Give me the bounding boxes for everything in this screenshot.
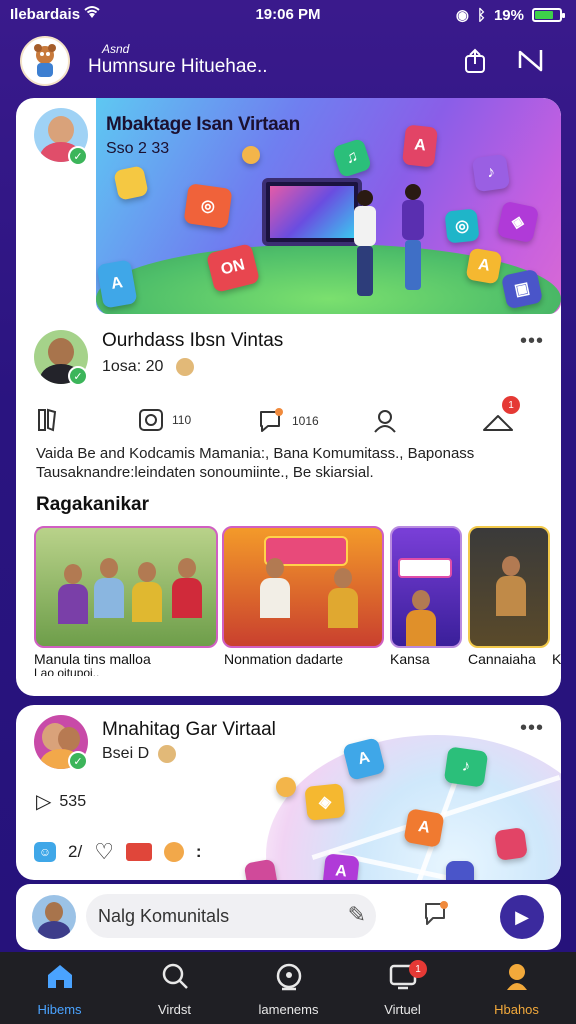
gift-icon[interactable] xyxy=(125,843,152,861)
send-button[interactable]: ▶ xyxy=(500,895,544,939)
tab-live[interactable]: 1 Virtuel xyxy=(345,952,460,1024)
play-icon: ▷ xyxy=(36,791,52,813)
reaction-row: ☺ 2/ ♡ : xyxy=(34,839,202,865)
video-thumbnail[interactable] xyxy=(468,526,550,648)
profile-icon xyxy=(459,962,574,999)
share-icon xyxy=(465,48,485,73)
verified-icon: ✓ xyxy=(68,366,88,386)
post-author-name[interactable]: Ourhdass Ibsn Vintas xyxy=(102,330,283,352)
play-count: 535 xyxy=(59,792,87,810)
reaction-count: 2/ xyxy=(68,842,83,861)
compose-bar: Nalg Komunitals ✎ ▶ xyxy=(16,884,561,950)
video-thumbnail[interactable] xyxy=(222,526,384,648)
play-button[interactable]: ▷ 535 xyxy=(36,789,86,814)
tab-label: lamenems xyxy=(258,1002,319,1017)
hero-subtitle: Sso 2 33 xyxy=(106,140,170,157)
app-header: Asnd Humnsure Hituehae.. xyxy=(0,34,576,90)
post-actions: 110 1016 1 xyxy=(36,396,546,438)
coin-icon xyxy=(158,745,176,763)
compose-placeholder: Nalg Komunitals xyxy=(98,905,230,926)
video-thumbnail[interactable] xyxy=(390,526,462,648)
play-arrow-icon: ▶ xyxy=(515,906,529,927)
more-reactions-icon[interactable]: : xyxy=(196,842,202,862)
coin-icon xyxy=(176,358,194,376)
feed-card: A ♪ ◈ A A ✓ Mnahitag Gar Virtaal Bsei D … xyxy=(16,705,561,880)
thumbnail-label: Cannaiaha xyxy=(468,651,536,667)
tab-label: Virdst xyxy=(158,1002,191,1017)
post-author-name[interactable]: Mnahitag Gar Virtaal xyxy=(102,719,276,741)
battery-percent: 19% xyxy=(493,6,524,24)
battery-icon xyxy=(532,8,565,22)
bottom-tab-bar: Hibems Virdst lamenems 1 Virtuel Hbahos xyxy=(0,952,576,1024)
feather-icon[interactable]: ✎ xyxy=(348,902,366,928)
verified-icon: ✓ xyxy=(68,146,88,166)
community-icon xyxy=(231,962,346,999)
home-icon xyxy=(2,962,117,997)
chat-icon[interactable] xyxy=(422,900,450,935)
comment-count: 1016 xyxy=(292,414,319,428)
tab-search[interactable]: Virdst xyxy=(117,952,232,1024)
book-icon xyxy=(38,408,57,432)
profile-avatar[interactable] xyxy=(20,36,70,86)
bluetooth-icon: ᛒ xyxy=(476,6,486,24)
post-meta: Bsei D xyxy=(102,745,150,762)
comment-button[interactable]: 1016 xyxy=(258,408,319,434)
emoji-icon[interactable]: ☺ xyxy=(34,842,56,862)
verified-icon: ✓ xyxy=(68,751,88,771)
heart-icon[interactable]: ♡ xyxy=(94,839,114,865)
tab-home[interactable]: Hibems xyxy=(2,952,117,1024)
tab-label: Virtuel xyxy=(384,1002,421,1017)
video-thumbnail[interactable] xyxy=(34,526,218,648)
thumbnail-label: Lao oitupoi.. xyxy=(34,666,100,676)
share-button[interactable] xyxy=(458,44,492,78)
tab-label: Hbahos xyxy=(494,1002,539,1017)
search-icon xyxy=(117,962,232,997)
tv-illustration xyxy=(262,178,362,246)
megaphone-button[interactable] xyxy=(514,44,548,78)
notification-badge: 1 xyxy=(502,396,520,414)
mascot-icon xyxy=(34,44,56,77)
feed-card: ✓ ◎ ON A ♫ A ♪ ◈ ◎ A ▣ Mbaktage Isan Vir… xyxy=(16,98,561,696)
tab-label: Hibems xyxy=(37,1002,82,1017)
megaphone-icon xyxy=(518,50,543,72)
tab-profile[interactable]: Hbahos xyxy=(459,952,574,1024)
camera-icon xyxy=(139,409,163,431)
user-handle: Asnd xyxy=(102,42,130,56)
views-count: 110 xyxy=(172,413,192,427)
post-description: Vaida Be and Kodcamis Mamania:, Bana Kom… xyxy=(36,445,475,481)
page-title: Humnsure Hituehae.. xyxy=(88,56,268,77)
profile-button[interactable] xyxy=(372,408,398,434)
live-icon xyxy=(345,962,460,997)
comment-icon xyxy=(260,408,283,432)
more-options-button[interactable]: ••• xyxy=(520,330,544,353)
sticker-icon[interactable] xyxy=(163,842,184,862)
thumbnail-label: Nonmation dadarte xyxy=(224,651,344,667)
bookmark-button[interactable] xyxy=(36,408,58,432)
thumbnail-label: Kansa xyxy=(390,651,430,667)
thumbnail-label: Manula tins malloa xyxy=(34,651,151,667)
thumbnail-label: K xyxy=(552,651,561,667)
compose-input[interactable]: Nalg Komunitals ✎ xyxy=(86,894,376,938)
section-title: Ragakanikar xyxy=(36,494,150,515)
more-options-button[interactable]: ••• xyxy=(520,717,544,740)
status-bar: Ilebardais 19:06 PM ◉ ᛒ 19% xyxy=(0,0,576,30)
hero-title: Mbaktage Isan Virtaan xyxy=(106,114,300,135)
my-avatar[interactable] xyxy=(32,895,76,939)
tab-community[interactable]: lamenems xyxy=(231,952,346,1024)
views-button[interactable]: 110 xyxy=(138,408,191,432)
tab-badge: 1 xyxy=(409,960,427,978)
user-icon xyxy=(374,410,396,433)
post-meta: 1osa: 20 xyxy=(102,358,164,375)
video-carousel: Manula tins malloa Lao oitupoi.. Nonmati… xyxy=(34,526,561,676)
location-icon: ◉ xyxy=(455,7,469,24)
